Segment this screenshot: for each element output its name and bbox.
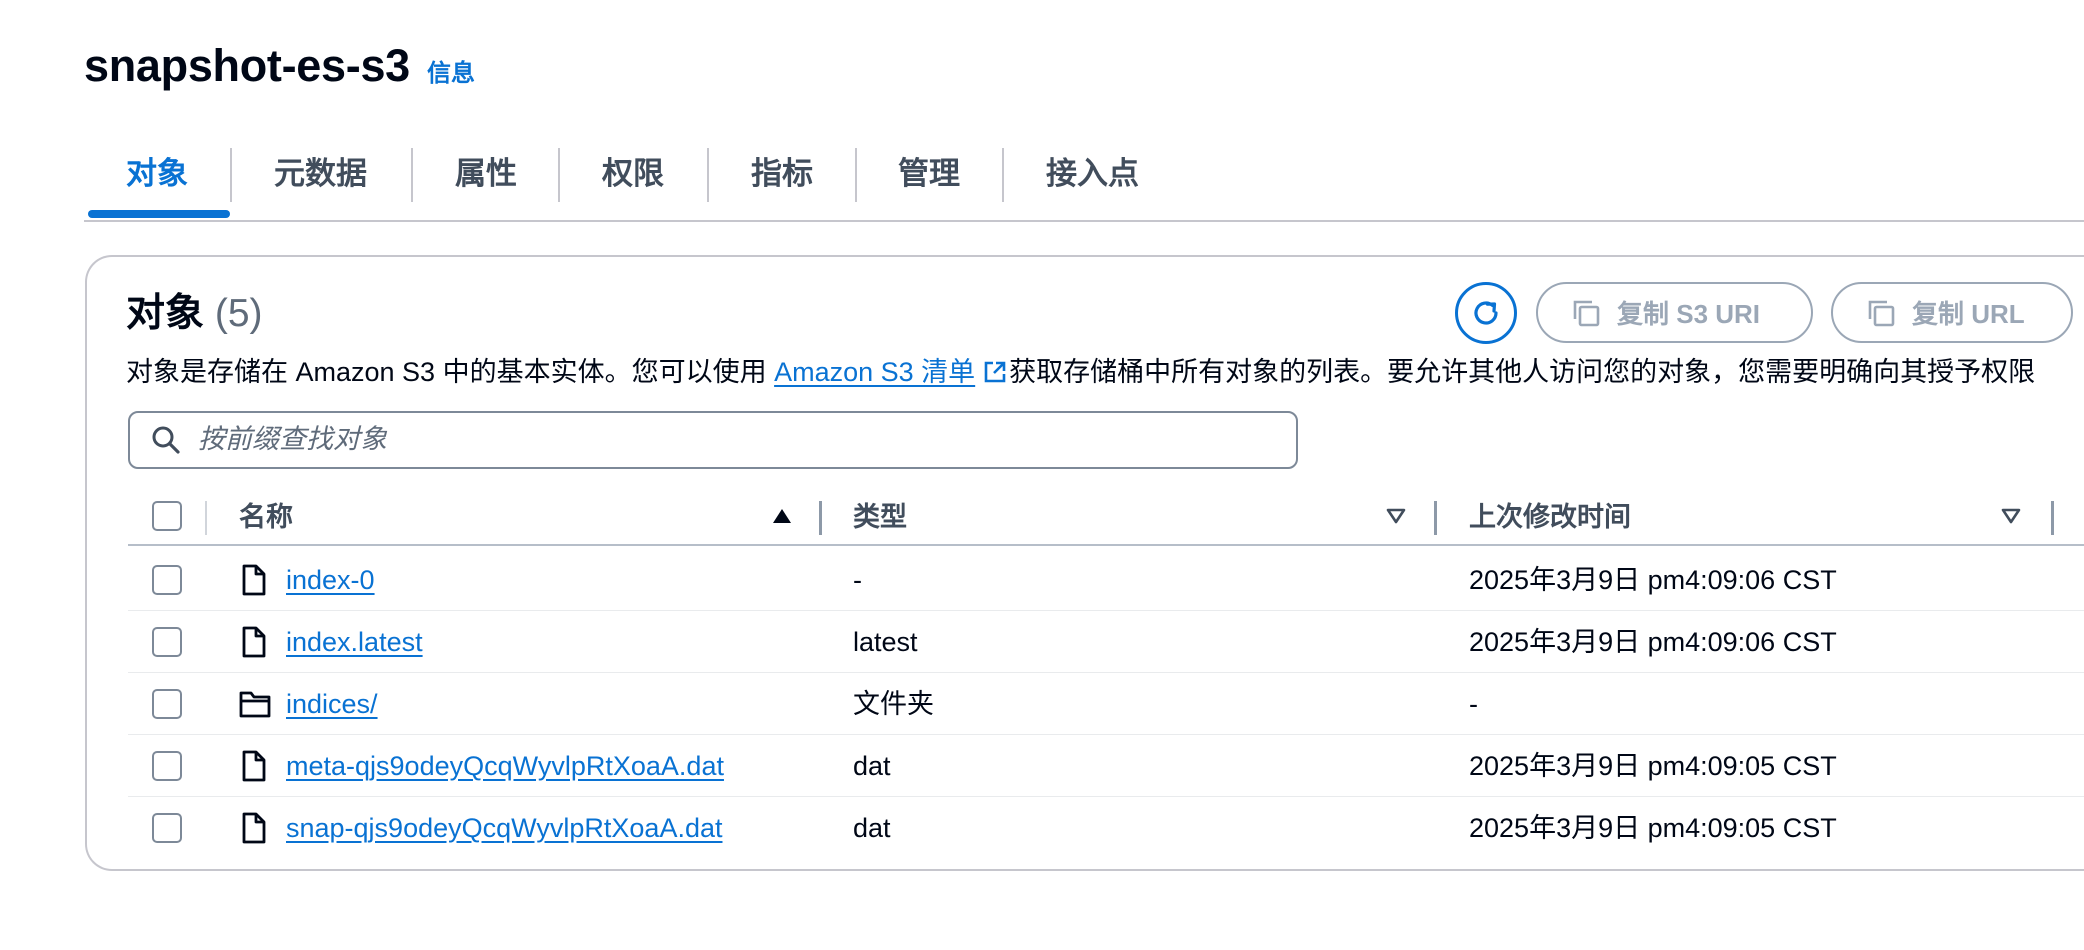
- column-header-name[interactable]: 名称: [239, 488, 293, 546]
- object-type: dat: [853, 751, 891, 781]
- column-header-last-modified[interactable]: 上次修改时间: [1469, 488, 1631, 546]
- object-last-modified: -: [1469, 689, 1478, 719]
- tab-divider: [707, 148, 709, 202]
- copy-icon: [1868, 300, 1895, 326]
- sort-descending-icon[interactable]: [2000, 507, 2022, 525]
- description-text-start: 对象是存储在 Amazon S3 中的基本实体。您可以使用: [126, 357, 775, 387]
- tab-management[interactable]: 管理: [898, 152, 960, 196]
- tab-permissions[interactable]: 权限: [602, 152, 664, 196]
- object-last-modified: 2025年3月9日 pm4:09:05 CST: [1469, 813, 1837, 843]
- copy-url-label: 复制 URL: [1912, 299, 2025, 329]
- objects-count: (5): [214, 292, 263, 335]
- tab-divider: [230, 148, 232, 202]
- copy-url-button[interactable]: 复制 URL: [1831, 282, 2073, 343]
- search-box[interactable]: [128, 411, 1298, 469]
- table-row: snap-qjs9odeyQcqWyvlpRtXoaA.dat dat 2025…: [128, 797, 2084, 859]
- folder-icon: [239, 691, 271, 718]
- row-checkbox[interactable]: [152, 751, 182, 781]
- active-tab-indicator: [88, 210, 230, 218]
- tab-divider: [558, 148, 560, 202]
- tab-metadata[interactable]: 元数据: [274, 152, 367, 196]
- tab-divider: [855, 148, 857, 202]
- object-type: -: [853, 565, 862, 595]
- copy-s3-uri-button[interactable]: 复制 S3 URI: [1536, 282, 1813, 343]
- objects-description: 对象是存储在 Amazon S3 中的基本实体。您可以使用 Amazon S3 …: [126, 354, 2084, 393]
- s3-inventory-link[interactable]: Amazon S3 清单: [774, 357, 975, 387]
- page-title: snapshot-es-s3: [84, 40, 410, 91]
- table-header: 名称 类型 上次修改时间: [128, 488, 2084, 546]
- row-checkbox[interactable]: [152, 689, 182, 719]
- object-name-link[interactable]: index-0: [286, 549, 375, 611]
- table-row: indices/ 文件夹 -: [128, 673, 2084, 735]
- column-divider[interactable]: [1434, 501, 1437, 535]
- description-text-end: 获取存储桶中所有对象的列表。要允许其他人访问您的对象，您需要明确向其授予权限: [1009, 357, 2036, 387]
- external-link-icon[interactable]: [983, 357, 1007, 393]
- object-name-link[interactable]: indices/: [286, 673, 378, 735]
- object-name-link[interactable]: index.latest: [286, 611, 423, 673]
- table-row: index.latest latest 2025年3月9日 pm4:09:06 …: [128, 611, 2084, 673]
- tabs-divider-line: [84, 220, 2084, 222]
- copy-s3-uri-label: 复制 S3 URI: [1617, 299, 1761, 329]
- column-divider[interactable]: [2051, 501, 2054, 535]
- column-header-type[interactable]: 类型: [853, 488, 907, 546]
- tab-objects[interactable]: 对象: [126, 152, 188, 196]
- info-link[interactable]: 信息: [427, 60, 475, 88]
- tab-divider: [1002, 148, 1004, 202]
- row-checkbox[interactable]: [152, 813, 182, 843]
- file-icon: [242, 812, 266, 844]
- table-row: index-0 - 2025年3月9日 pm4:09:06 CST: [128, 549, 2084, 611]
- row-checkbox[interactable]: [152, 565, 182, 595]
- object-last-modified: 2025年3月9日 pm4:09:06 CST: [1469, 627, 1837, 657]
- select-all-checkbox[interactable]: [152, 501, 182, 531]
- copy-icon: [1573, 300, 1600, 326]
- column-divider: [205, 501, 207, 535]
- objects-heading: 对象 (5): [126, 292, 263, 336]
- object-name-link[interactable]: meta-qjs9odeyQcqWyvlpRtXoaA.dat: [286, 735, 724, 797]
- row-checkbox[interactable]: [152, 627, 182, 657]
- tab-divider: [411, 148, 413, 202]
- tab-metrics[interactable]: 指标: [751, 152, 813, 196]
- file-icon: [242, 626, 266, 658]
- sort-ascending-icon[interactable]: [771, 507, 793, 525]
- file-icon: [242, 564, 266, 596]
- object-last-modified: 2025年3月9日 pm4:09:06 CST: [1469, 565, 1837, 595]
- object-type: 文件夹: [853, 689, 934, 719]
- refresh-button[interactable]: [1455, 282, 1517, 344]
- object-type: dat: [853, 813, 891, 843]
- column-divider[interactable]: [819, 501, 822, 535]
- sort-descending-icon[interactable]: [1385, 507, 1407, 525]
- search-icon: [152, 426, 180, 454]
- tab-properties[interactable]: 属性: [455, 152, 517, 196]
- object-name-link[interactable]: snap-qjs9odeyQcqWyvlpRtXoaA.dat: [286, 797, 722, 859]
- tab-access-points[interactable]: 接入点: [1046, 152, 1139, 196]
- object-type: latest: [853, 627, 918, 657]
- file-icon: [242, 750, 266, 782]
- refresh-icon: [1474, 301, 1498, 325]
- search-input[interactable]: [198, 413, 1278, 466]
- object-last-modified: 2025年3月9日 pm4:09:05 CST: [1469, 751, 1837, 781]
- table-row: meta-qjs9odeyQcqWyvlpRtXoaA.dat dat 2025…: [128, 735, 2084, 797]
- objects-heading-label: 对象: [126, 292, 205, 335]
